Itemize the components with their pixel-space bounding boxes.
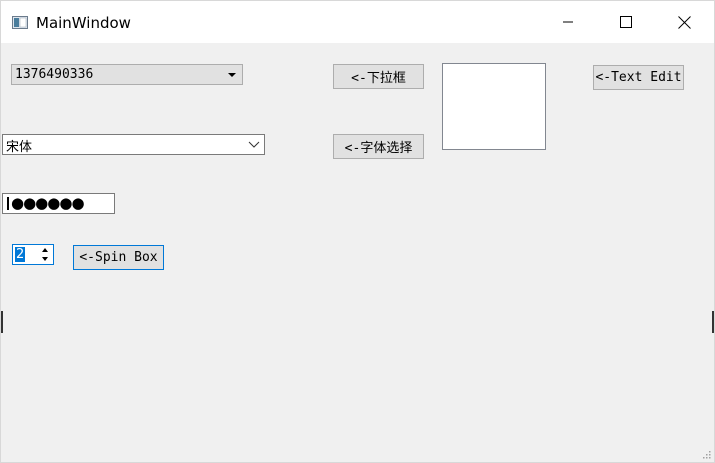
password-input[interactable]: ●●●●●● <box>2 193 115 214</box>
combo-value: 1376490336 <box>15 67 94 82</box>
resize-grip-icon[interactable] <box>701 449 711 459</box>
main-window: MainWindow 1376490336 <-下拉框 <-Text Edit … <box>0 0 715 463</box>
close-button[interactable] <box>655 1 713 43</box>
spin-value: 2 <box>15 247 26 262</box>
left-edge-marker <box>1 311 3 333</box>
maximize-button[interactable] <box>597 1 655 43</box>
triangle-up-icon <box>42 247 48 252</box>
spin-down-button[interactable] <box>38 254 52 263</box>
spin-up-button[interactable] <box>38 245 52 254</box>
triangle-down-icon <box>42 256 48 261</box>
spin-box-button[interactable]: <-Spin Box <box>73 245 164 270</box>
text-edit-button[interactable]: <-Text Edit <box>593 65 684 90</box>
app-window-icon <box>12 16 28 29</box>
font-combo-value: 宋体 <box>6 140 33 155</box>
chevron-down-icon <box>248 141 260 148</box>
font-combo-box[interactable]: 宋体 <box>2 134 265 155</box>
spin-box[interactable]: 2 <box>12 244 54 265</box>
password-mask: ●●●●●● <box>11 194 85 212</box>
minimize-button[interactable] <box>539 1 597 43</box>
text-caret <box>7 197 9 210</box>
dropdown-button[interactable]: <-下拉框 <box>333 64 424 89</box>
minimize-icon <box>563 21 573 23</box>
font-select-button[interactable]: <-字体选择 <box>333 134 424 159</box>
number-combo-box[interactable]: 1376490336 <box>11 64 243 85</box>
right-edge-marker <box>712 311 714 333</box>
text-edit[interactable] <box>442 63 546 150</box>
close-icon <box>677 15 691 29</box>
title-bar[interactable]: MainWindow <box>1 1 714 43</box>
window-title: MainWindow <box>36 14 131 32</box>
maximize-icon <box>620 16 632 28</box>
triangle-down-icon <box>228 73 236 77</box>
